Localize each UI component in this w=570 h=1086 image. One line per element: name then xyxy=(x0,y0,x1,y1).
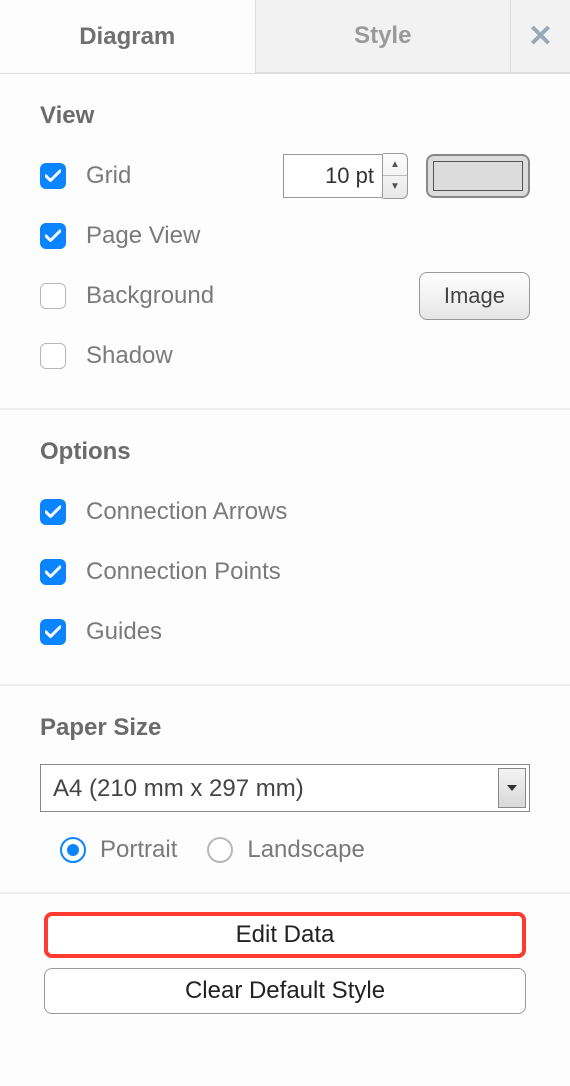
paper-size-select[interactable]: A4 (210 mm x 297 mm) xyxy=(40,764,530,812)
section-view: View Grid ▲ ▼ Page View Background Image xyxy=(0,74,570,410)
portrait-radio[interactable] xyxy=(60,837,86,863)
connection-arrows-checkbox[interactable] xyxy=(40,499,66,525)
close-icon: ✕ xyxy=(528,19,553,54)
landscape-label: Landscape xyxy=(247,836,364,864)
paper-size-select-wrap: A4 (210 mm x 297 mm) xyxy=(40,764,530,812)
shadow-label: Shadow xyxy=(86,342,173,370)
landscape-radio[interactable] xyxy=(207,837,233,863)
row-page-view: Page View xyxy=(40,212,530,260)
options-heading: Options xyxy=(40,438,530,466)
close-panel-button[interactable]: ✕ xyxy=(510,0,570,73)
tab-style[interactable]: Style xyxy=(255,0,511,73)
page-view-checkbox[interactable] xyxy=(40,223,66,249)
grid-size-stepper: ▲ ▼ xyxy=(383,153,408,199)
grid-checkbox[interactable] xyxy=(40,163,66,189)
orientation-portrait[interactable]: Portrait xyxy=(60,836,177,864)
row-shadow: Shadow xyxy=(40,332,530,380)
bottom-actions: Edit Data Clear Default Style xyxy=(0,894,570,1048)
grid-label: Grid xyxy=(86,162,131,190)
row-connection-arrows: Connection Arrows xyxy=(40,488,530,536)
paper-size-heading: Paper Size xyxy=(40,714,530,742)
row-grid: Grid ▲ ▼ xyxy=(40,152,530,200)
section-paper-size: Paper Size A4 (210 mm x 297 mm) Portrait… xyxy=(0,686,570,894)
portrait-label: Portrait xyxy=(100,836,177,864)
grid-color-swatch[interactable] xyxy=(426,154,530,198)
grid-size-input[interactable] xyxy=(283,154,383,198)
background-label: Background xyxy=(86,282,214,310)
grid-size-control: ▲ ▼ xyxy=(283,153,530,199)
grid-step-up[interactable]: ▲ xyxy=(383,154,407,176)
guides-checkbox[interactable] xyxy=(40,619,66,645)
background-checkbox[interactable] xyxy=(40,283,66,309)
page-view-label: Page View xyxy=(86,222,200,250)
row-connection-points: Connection Points xyxy=(40,548,530,596)
orientation-group: Portrait Landscape xyxy=(40,836,530,864)
guides-label: Guides xyxy=(86,618,162,646)
edit-data-button[interactable]: Edit Data xyxy=(44,912,526,958)
connection-points-checkbox[interactable] xyxy=(40,559,66,585)
background-image-button[interactable]: Image xyxy=(419,272,530,320)
connection-points-label: Connection Points xyxy=(86,558,281,586)
section-options: Options Connection Arrows Connection Poi… xyxy=(0,410,570,686)
tab-diagram[interactable]: Diagram xyxy=(0,0,255,73)
tab-bar: Diagram Style ✕ xyxy=(0,0,570,74)
grid-step-down[interactable]: ▼ xyxy=(383,176,407,198)
orientation-landscape[interactable]: Landscape xyxy=(207,836,364,864)
row-guides: Guides xyxy=(40,608,530,656)
connection-arrows-label: Connection Arrows xyxy=(86,498,287,526)
shadow-checkbox[interactable] xyxy=(40,343,66,369)
row-background: Background Image xyxy=(40,272,530,320)
clear-default-style-button[interactable]: Clear Default Style xyxy=(44,968,526,1014)
view-heading: View xyxy=(40,102,530,130)
